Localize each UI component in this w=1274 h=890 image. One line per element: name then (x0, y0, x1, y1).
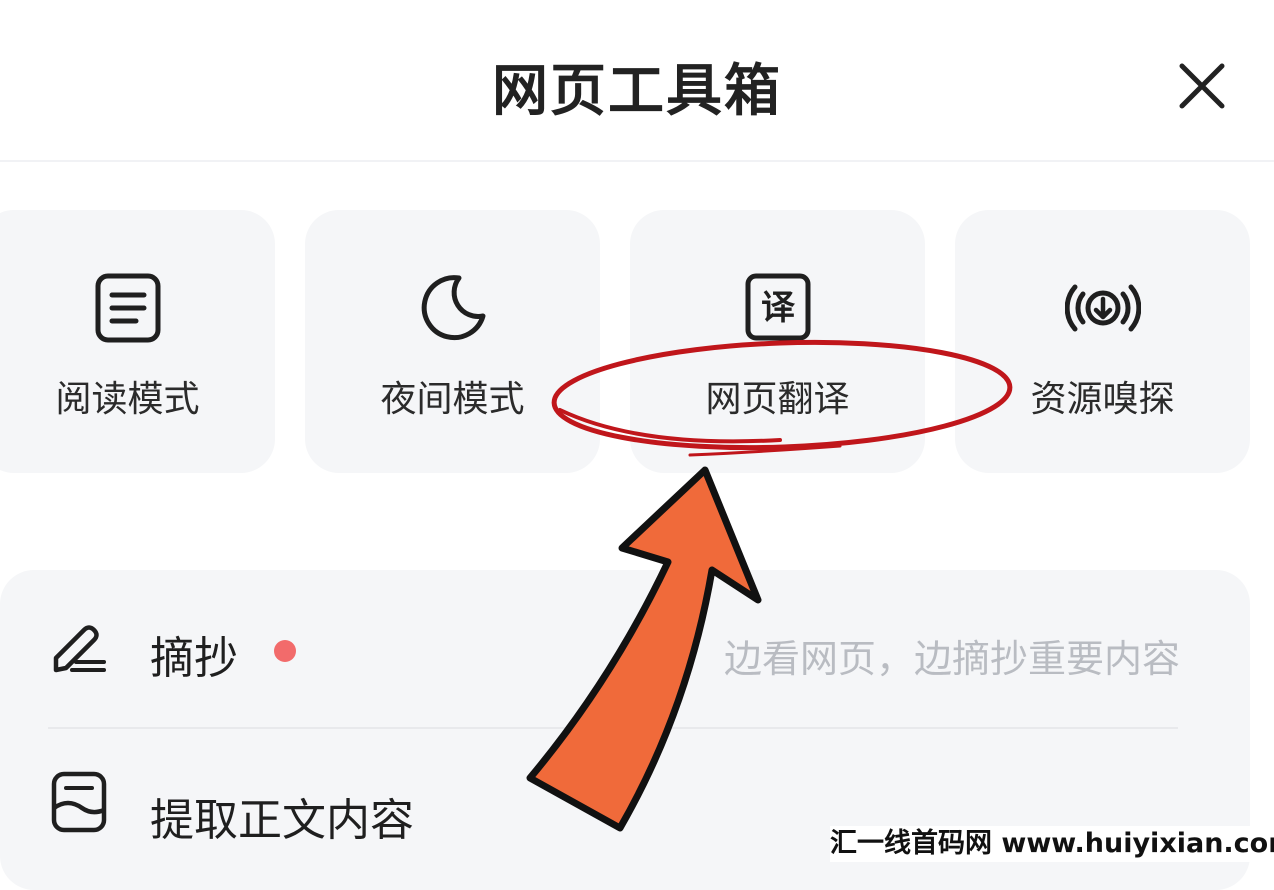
reader-mode-icon (95, 273, 160, 343)
tool-web-translate[interactable]: 译 网页翻译 (630, 210, 925, 473)
translate-icon-glyph: 译 (761, 288, 796, 328)
sniff-icon (1064, 284, 1141, 332)
list-divider (48, 727, 1178, 729)
tool-label: 阅读模式 (55, 379, 200, 420)
tool-label: 夜间模式 (380, 379, 525, 420)
moon-icon (421, 275, 485, 341)
translate-icon: 译 (745, 273, 810, 341)
tool-resource-sniff[interactable]: 资源嗅探 (955, 210, 1250, 473)
close-icon[interactable] (1172, 56, 1232, 116)
excerpt-hint: 边看网页，边摘抄重要内容 (723, 637, 1180, 681)
tool-label: 网页翻译 (705, 379, 850, 420)
tool-night-mode[interactable]: 夜间模式 (305, 210, 600, 473)
extract-text-label: 提取正文内容 (150, 795, 414, 846)
tool-grid: 阅读模式 夜间模式 译 网页翻译 资源嗅探 (0, 210, 1274, 475)
tool-label: 资源嗅探 (1030, 379, 1175, 420)
extract-text-icon (51, 771, 107, 833)
toolbox-header: 网页工具箱 (0, 0, 1274, 162)
excerpt-label: 摘抄 (150, 633, 238, 684)
page-title: 网页工具箱 (492, 59, 782, 124)
tool-reader-mode[interactable]: 阅读模式 (0, 210, 275, 473)
watermark-text: 汇一线首码网 www.huiyixian.com (830, 826, 1274, 862)
new-badge-dot (274, 640, 296, 662)
pen-icon (53, 625, 106, 673)
